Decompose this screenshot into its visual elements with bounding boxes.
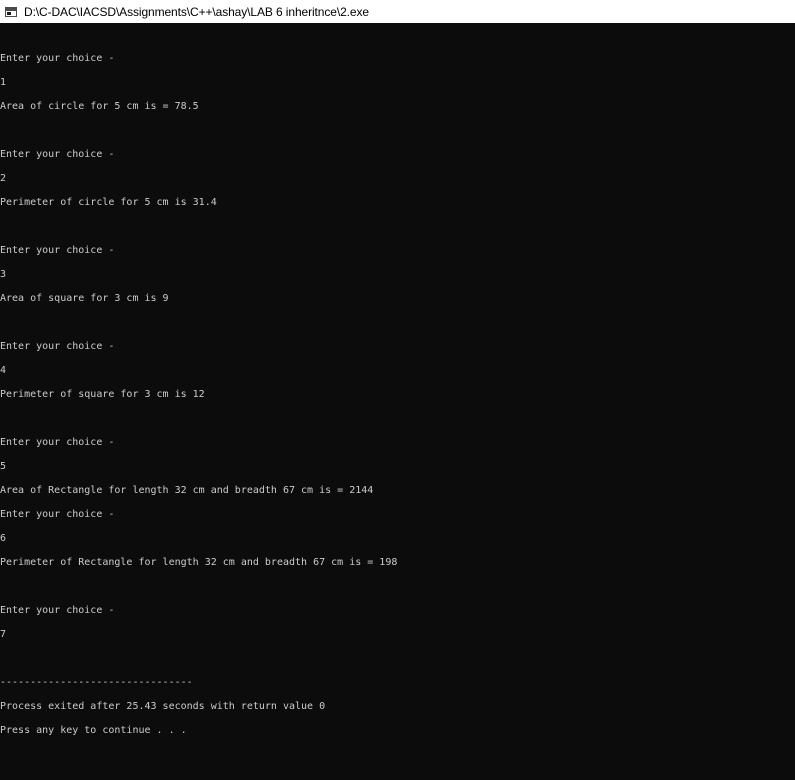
process-exit-message: Process exited after 25.43 seconds with … [0,701,326,712]
console-line: 6 [0,533,7,544]
console-line: Enter your choice - [0,245,115,256]
console-line: Enter your choice - [0,341,115,352]
console-line: Enter your choice - [0,509,115,520]
console-line: 3 [0,269,7,280]
console-line: 4 [0,365,7,376]
console-line: 5 [0,461,7,472]
console-line: Area of Rectangle for length 32 cm and b… [0,485,374,496]
continue-prompt: Press any key to continue . . . [0,725,187,736]
console-line: Enter your choice - [0,605,115,616]
separator-line: -------------------------------- [0,677,193,688]
console-output[interactable]: Enter your choice - 1 Area of circle for… [0,47,795,743]
window-title: D:\C-DAC\IACSD\Assignments\C++\ashay\LAB… [24,4,369,19]
console-line: 2 [0,173,7,184]
console-line: Perimeter of circle for 5 cm is 31.4 [0,197,217,208]
console-line: Enter your choice - [0,437,115,448]
console-line: Enter your choice - [0,149,115,160]
console-line: 7 [0,629,7,640]
console-line: Area of square for 3 cm is 9 [0,293,169,304]
console-line: Perimeter of square for 3 cm is 12 [0,389,205,400]
console-line: 1 [0,77,7,88]
console-app-icon[interactable] [5,6,17,17]
console-line: Perimeter of Rectangle for length 32 cm … [0,557,398,568]
console-line: Area of circle for 5 cm is = 78.5 [0,101,199,112]
title-bar[interactable]: D:\C-DAC\IACSD\Assignments\C++\ashay\LAB… [0,0,795,23]
console-window: D:\C-DAC\IACSD\Assignments\C++\ashay\LAB… [0,0,795,780]
console-line: Enter your choice - [0,53,115,64]
